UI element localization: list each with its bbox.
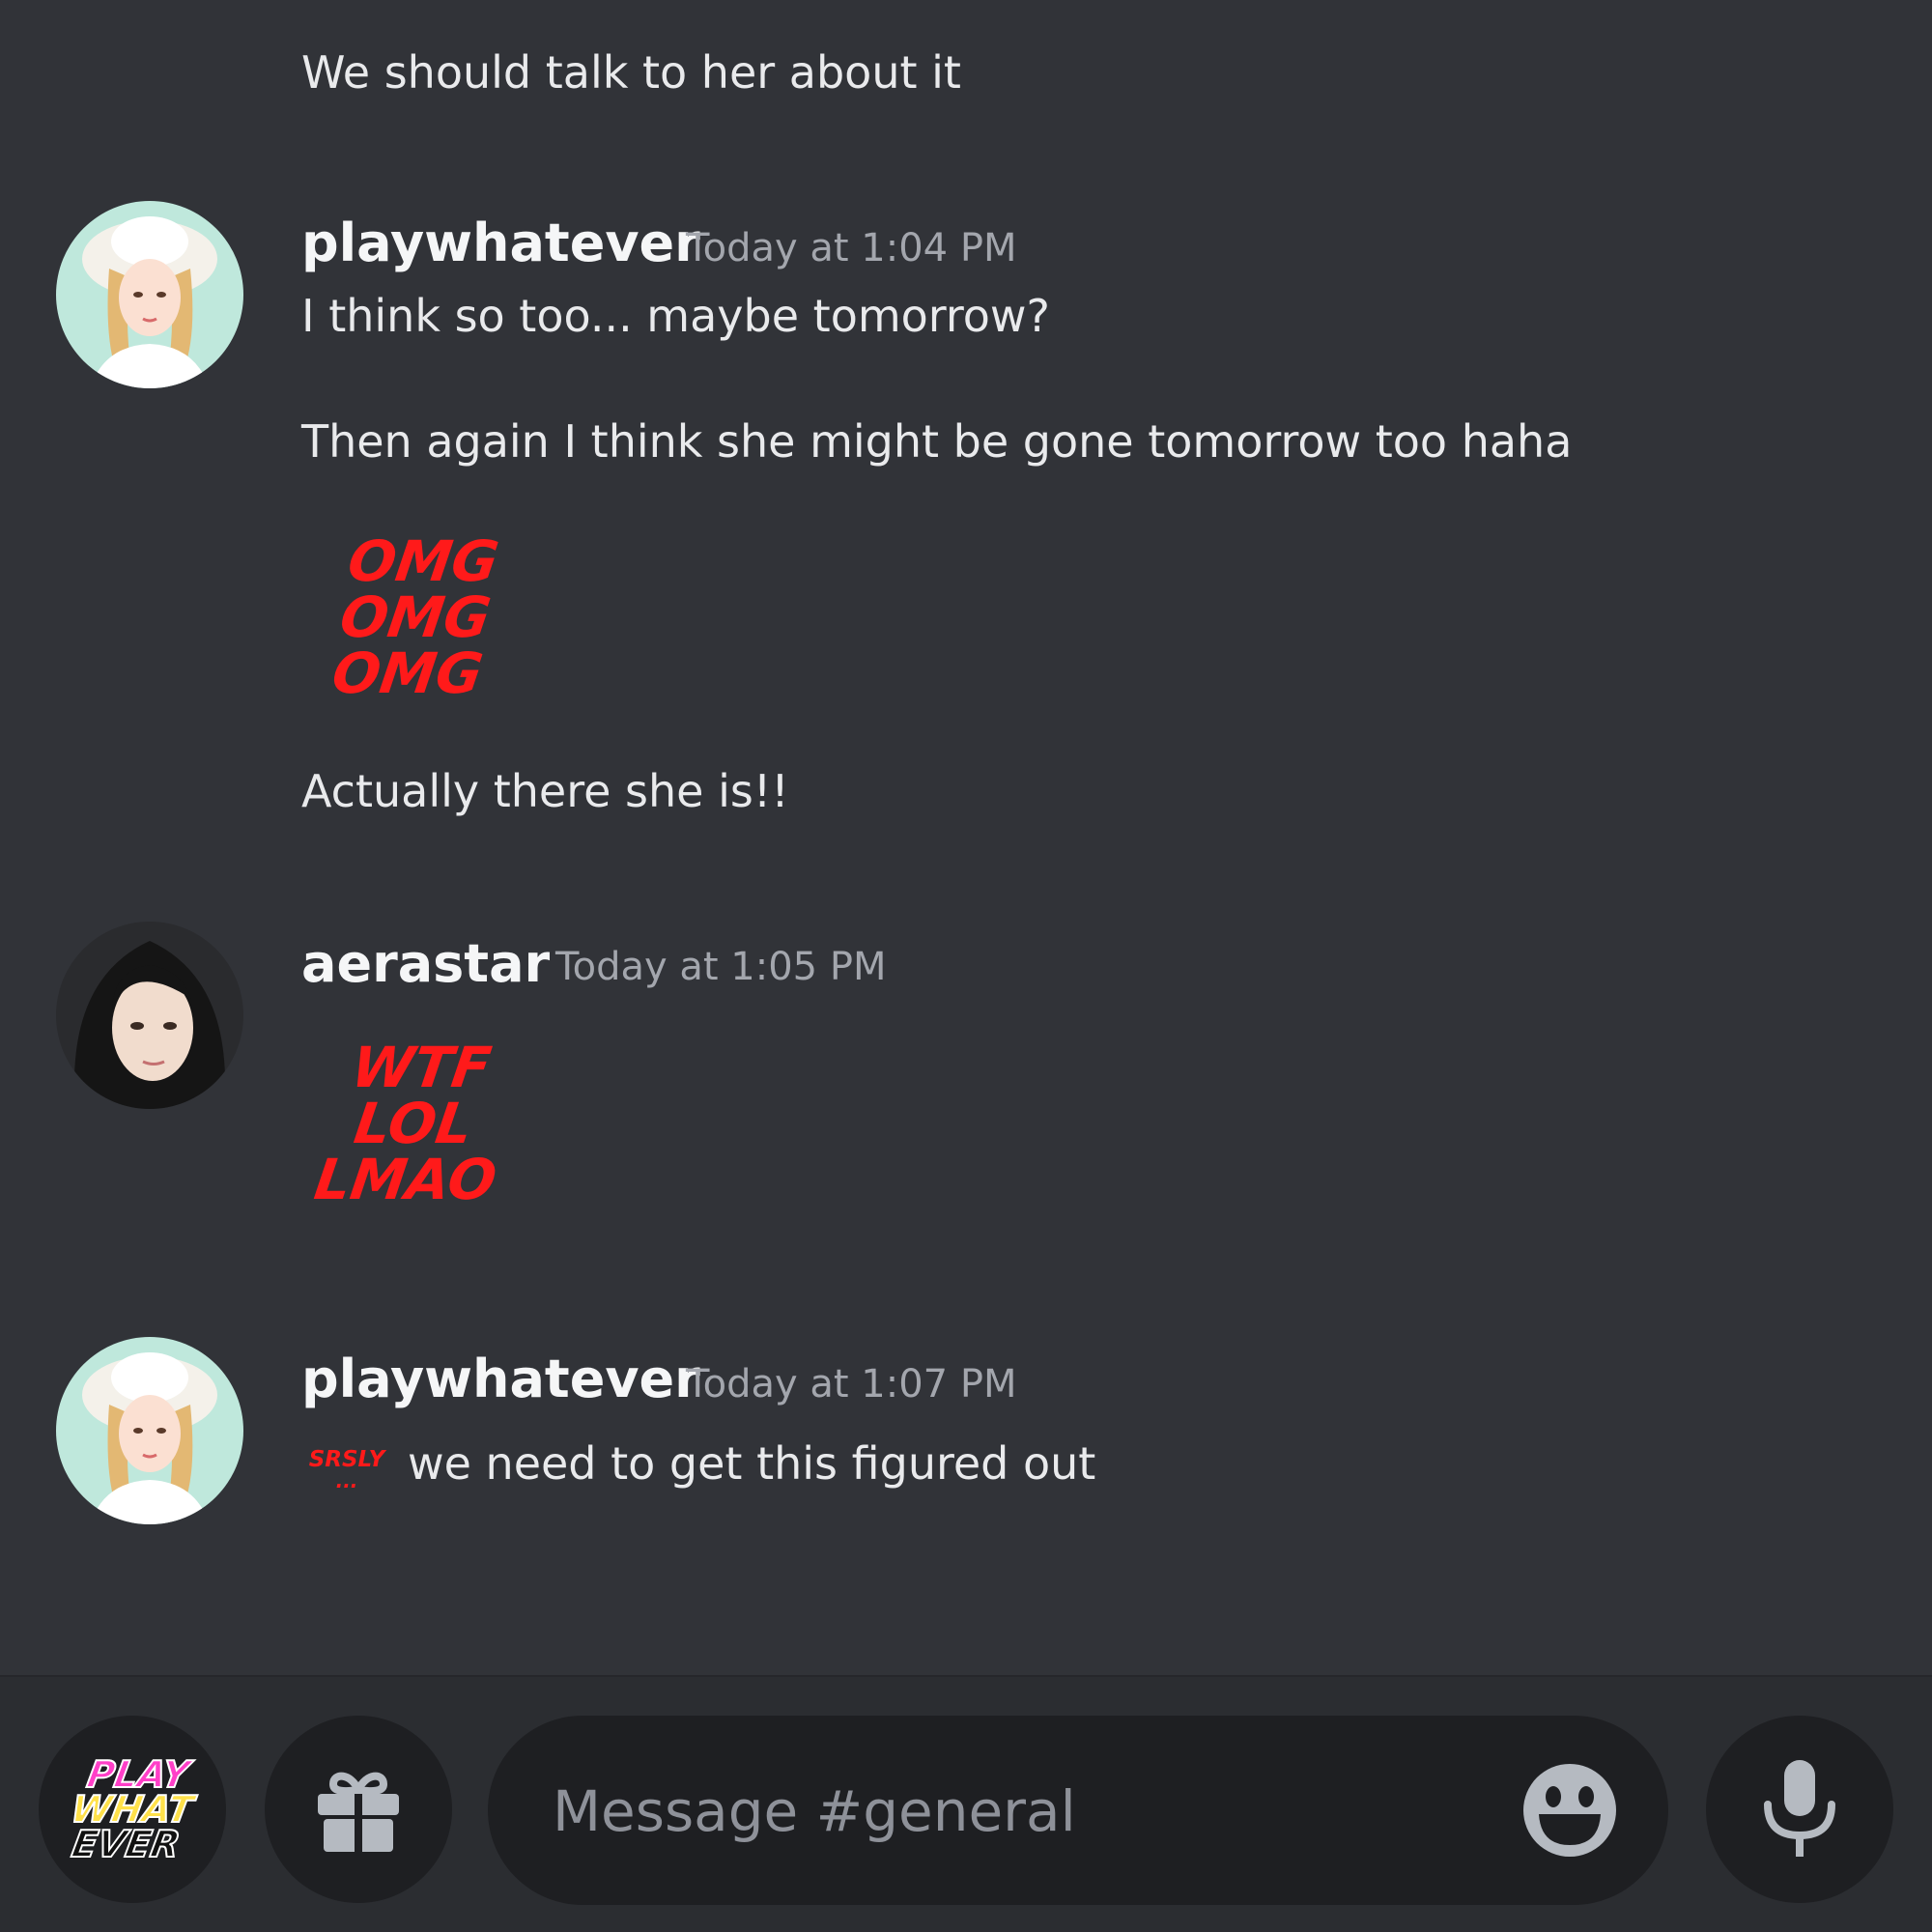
avatar-playwhatever-image	[56, 1337, 243, 1524]
chat-window: We should talk to her about it playwhate…	[0, 0, 1932, 1932]
emoji-line: ...	[335, 1469, 358, 1492]
username[interactable]: aerastar	[301, 933, 550, 994]
message-text: Then again I think she might be gone tom…	[301, 415, 1573, 468]
voice-message-button[interactable]	[1706, 1716, 1893, 1903]
sticker-line: LOL	[350, 1091, 477, 1156]
emoji-line: SRSLY	[308, 1447, 385, 1472]
gift-button[interactable]	[265, 1716, 452, 1903]
app-launcher-button[interactable]: PLAY WHAT EVER	[39, 1716, 226, 1903]
avatar-aerastar-image	[56, 922, 243, 1109]
app-logo: PLAY WHAT EVER	[63, 1752, 203, 1866]
message-text: we need to get this figured out	[408, 1437, 1096, 1490]
avatar[interactable]	[56, 922, 243, 1109]
app-logo-line: EVER	[68, 1822, 184, 1866]
gift-icon	[318, 1772, 399, 1852]
message-composer[interactable]	[488, 1716, 1668, 1907]
timestamp: Today at 1:04 PM	[686, 226, 1017, 270]
username[interactable]: playwhatever	[301, 213, 700, 273]
message-text: I think so too... maybe tomorrow?	[301, 290, 1050, 342]
username[interactable]: playwhatever	[301, 1349, 700, 1409]
avatar[interactable]	[56, 201, 243, 388]
avatar-playwhatever-image	[56, 201, 243, 388]
custom-emoji-srsly[interactable]: SRSLY ...	[305, 1449, 388, 1492]
avatar[interactable]	[56, 1337, 243, 1524]
message-text: Actually there she is!!	[301, 765, 789, 817]
message-input[interactable]	[551, 1716, 1463, 1907]
timestamp: Today at 1:07 PM	[686, 1362, 1017, 1406]
timestamp: Today at 1:05 PM	[555, 945, 887, 989]
app-logo-line: PLAY	[83, 1752, 193, 1797]
emoji-icon	[1523, 1764, 1616, 1857]
sticker-line: OMG	[344, 528, 503, 594]
sticker-omg[interactable]: OMG OMG OMG	[317, 528, 514, 706]
sticker-line: OMG	[327, 640, 487, 706]
emoji-button[interactable]	[1521, 1762, 1618, 1859]
sticker-line: OMG	[335, 584, 496, 650]
microphone-icon	[1764, 1760, 1835, 1857]
message-text: We should talk to her about it	[301, 46, 961, 99]
sticker-line: WTF	[347, 1035, 496, 1100]
sticker-wtf-lol-lmao[interactable]: WTF LOL LMAO	[305, 1035, 522, 1212]
sticker-line: LMAO	[310, 1147, 501, 1212]
app-logo-line: WHAT	[67, 1787, 197, 1832]
